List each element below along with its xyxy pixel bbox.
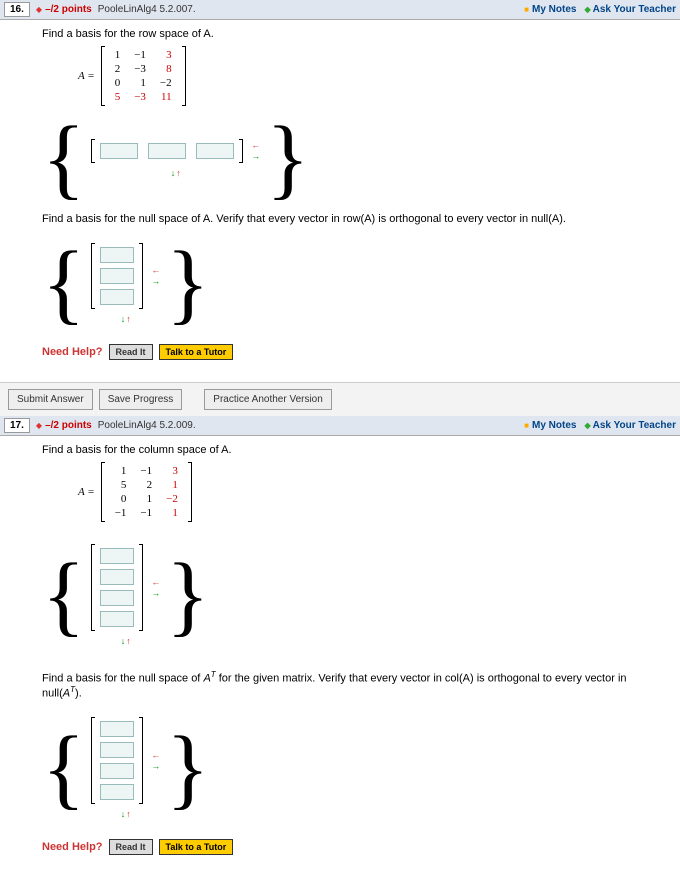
remove-row-icon[interactable]: ↑ [126, 637, 131, 646]
prompt-text: Find a basis for the null space of AT fo… [42, 670, 668, 699]
remove-col-icon[interactable]: ← [151, 751, 160, 760]
need-help-row: Need Help? Read It Talk to a Tutor [42, 344, 668, 360]
points-label: –/2 points [45, 420, 92, 431]
prompt-text: Find a basis for the column space of A. [42, 444, 668, 456]
action-bar: Submit Answer Save Progress Practice Ano… [0, 382, 680, 416]
row-vec-input[interactable] [148, 143, 186, 159]
need-help-label: Need Help? [42, 841, 103, 853]
col-vec-input[interactable] [100, 590, 134, 606]
col-vec-input[interactable] [100, 569, 134, 585]
source-label: PooleLinAlg4 5.2.007. [98, 4, 196, 15]
prompt-text: Find a basis for the null space of A. Ve… [42, 213, 668, 225]
null-at-input[interactable] [100, 721, 134, 737]
note-icon: ■ [524, 5, 529, 14]
talk-to-tutor-button[interactable]: Talk to a Tutor [159, 344, 234, 360]
left-brace-icon: { [42, 243, 85, 324]
remove-row-icon[interactable]: ↑ [176, 169, 181, 178]
read-it-button[interactable]: Read It [109, 344, 153, 360]
add-col-icon[interactable]: → [151, 589, 160, 598]
vector-bracket [91, 139, 243, 163]
question-number: 17. [4, 418, 30, 433]
vector-bracket [91, 544, 143, 631]
talk-to-tutor-button[interactable]: Talk to a Tutor [159, 839, 234, 855]
matrix-label: A = [78, 486, 95, 498]
bullet-icon: ◆ [36, 421, 42, 430]
add-row-icon[interactable]: ↓ [171, 169, 176, 178]
bullet-icon: ◆ [36, 5, 42, 14]
remove-col-icon[interactable]: ← [151, 266, 160, 275]
add-row-icon[interactable]: ↓ [121, 810, 126, 819]
my-notes-link[interactable]: ■My Notes [524, 4, 576, 15]
practice-another-button[interactable]: Practice Another Version [204, 389, 332, 410]
remove-row-icon[interactable]: ↑ [126, 315, 131, 324]
matrix-label: A = [78, 70, 95, 82]
col-space-answer: { ← → ↓ ↑ [42, 534, 668, 656]
null-vec-input[interactable] [100, 247, 134, 263]
matrix-table: 1−13 521 01−2 −1−11 [108, 464, 185, 520]
remove-row-icon[interactable]: ↑ [126, 810, 131, 819]
null-vec-input[interactable] [100, 289, 134, 305]
left-brace-icon: { [42, 555, 85, 636]
points-label: –/2 points [45, 4, 92, 15]
matrix-brackets: 1−13 521 01−2 −1−11 [101, 462, 192, 522]
question-number: 16. [4, 2, 30, 17]
question-17-header: 17. ◆ –/2 points PooleLinAlg4 5.2.009. ■… [0, 416, 680, 436]
matrix-brackets: 1−13 2−38 01−2 5−311 [101, 46, 186, 106]
row-vec-input[interactable] [100, 143, 138, 159]
vector-bracket [91, 717, 143, 804]
matrix-table: 1−13 2−38 01−2 5−311 [108, 48, 179, 104]
right-brace-icon: } [166, 728, 209, 809]
add-row-icon[interactable]: ↓ [121, 637, 126, 646]
source-label: PooleLinAlg4 5.2.009. [98, 420, 196, 431]
left-brace-icon: { [42, 118, 85, 199]
null-at-input[interactable] [100, 742, 134, 758]
bullet-icon: ◆ [584, 5, 590, 14]
col-vec-input[interactable] [100, 611, 134, 627]
add-col-icon[interactable]: → [251, 152, 260, 161]
null-space-answer: { ← → ↓ ↑ } [42, 233, 668, 334]
question-17-body: Find a basis for the column space of A. … [0, 436, 680, 877]
read-it-button[interactable]: Read It [109, 839, 153, 855]
null-at-answer: { ← → ↓ ↑ [42, 707, 668, 829]
null-at-input[interactable] [100, 763, 134, 779]
ask-teacher-link[interactable]: ◆Ask Your Teacher [584, 4, 676, 15]
need-help-row: Need Help? Read It Talk to a Tutor [42, 839, 668, 855]
note-icon: ■ [524, 421, 529, 430]
matrix-display: A = 1−13 521 01−2 −1−11 [78, 462, 668, 522]
add-row-icon[interactable]: ↓ [121, 315, 126, 324]
question-16-body: Find a basis for the row space of A. A =… [0, 20, 680, 382]
right-brace-icon: } [166, 243, 209, 324]
row-vec-input[interactable] [196, 143, 234, 159]
left-brace-icon: { [42, 728, 85, 809]
null-at-input[interactable] [100, 784, 134, 800]
remove-col-icon[interactable]: ← [251, 141, 260, 150]
right-brace-icon: } [266, 118, 309, 199]
add-col-icon[interactable]: → [151, 277, 160, 286]
my-notes-link[interactable]: ■My Notes [524, 420, 576, 431]
question-16-header: 16. ◆ –/2 points PooleLinAlg4 5.2.007. ■… [0, 0, 680, 20]
col-vec-input[interactable] [100, 548, 134, 564]
matrix-display: A = 1−13 2−38 01−2 5−311 [78, 46, 668, 106]
vector-bracket [91, 243, 143, 309]
prompt-text: Find a basis for the row space of A. [42, 28, 668, 40]
submit-answer-button[interactable]: Submit Answer [8, 389, 93, 410]
add-col-icon[interactable]: → [151, 762, 160, 771]
bullet-icon: ◆ [584, 421, 590, 430]
save-progress-button[interactable]: Save Progress [99, 389, 183, 410]
ask-teacher-link[interactable]: ◆Ask Your Teacher [584, 420, 676, 431]
remove-col-icon[interactable]: ← [151, 578, 160, 587]
null-vec-input[interactable] [100, 268, 134, 284]
need-help-label: Need Help? [42, 346, 103, 358]
row-space-answer: { ← → ↓ ↑ } [42, 118, 668, 199]
right-brace-icon: } [166, 555, 209, 636]
